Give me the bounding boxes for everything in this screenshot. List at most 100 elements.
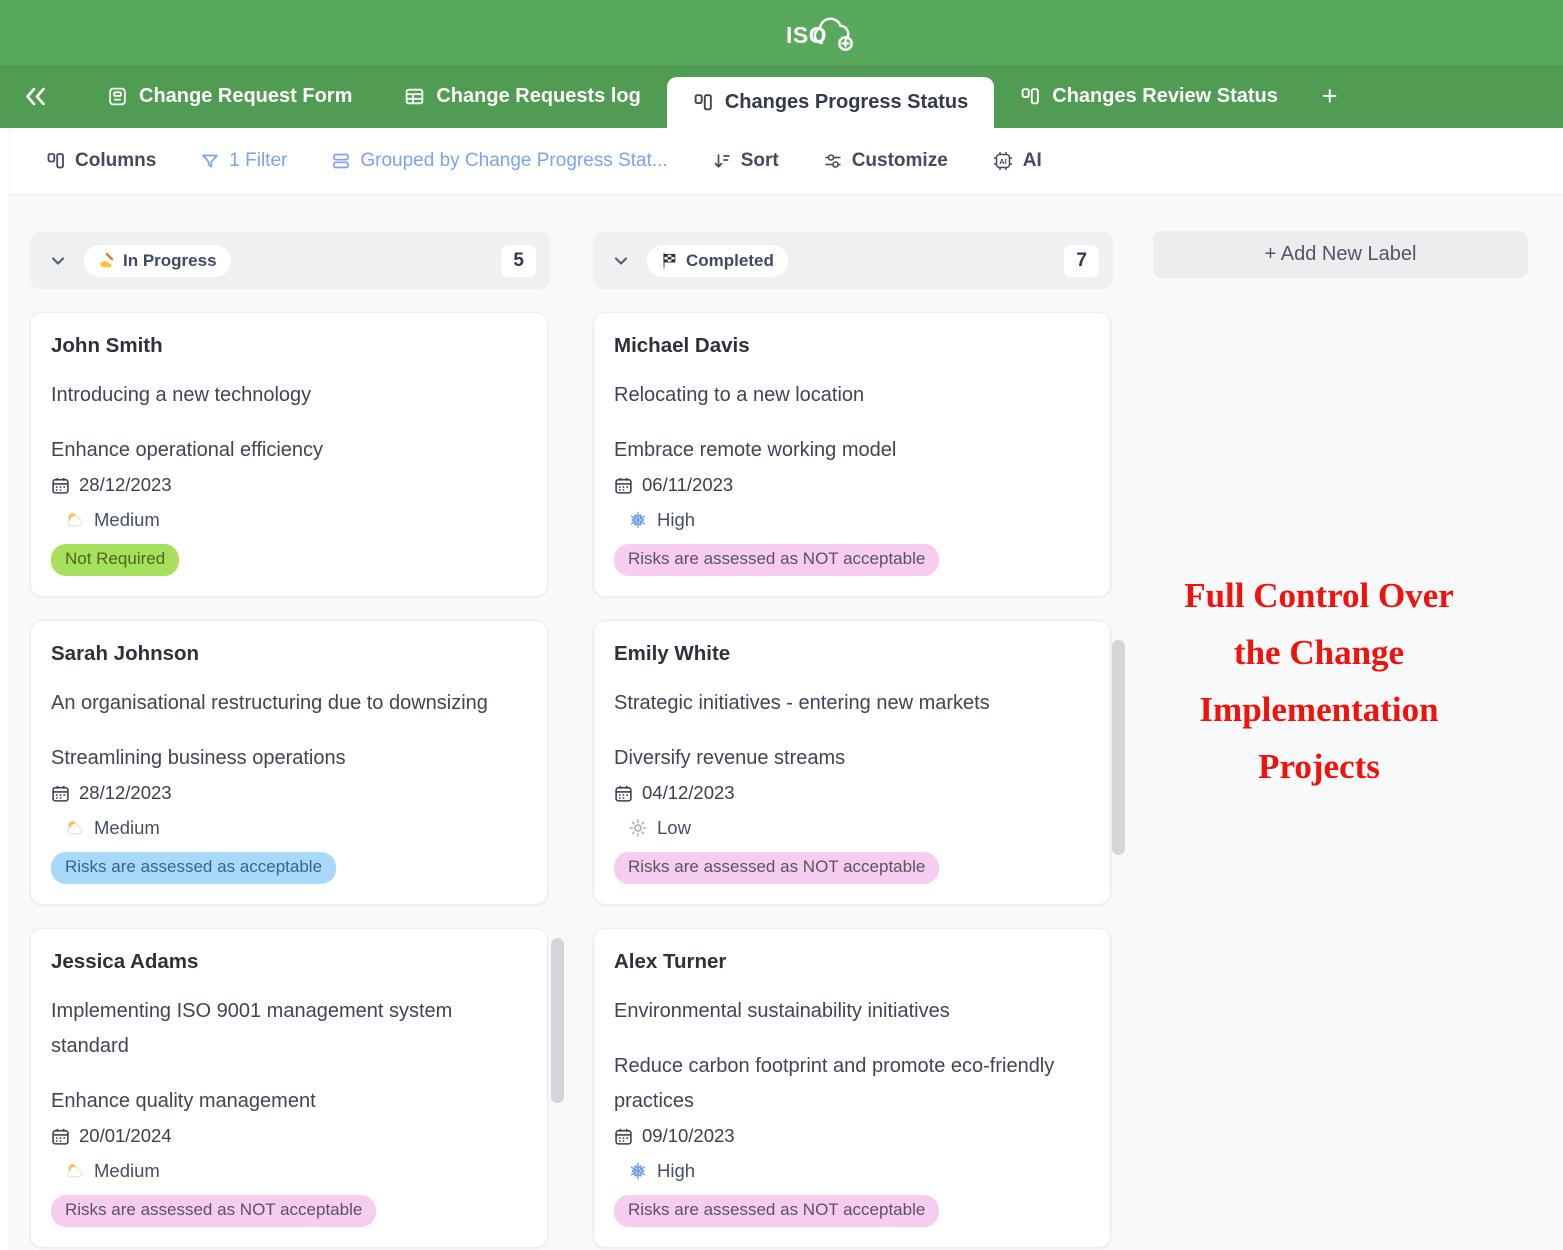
card-title: Introducing a new technology [51,378,527,413]
app-logo: ISO [786,16,857,50]
ai-chip-icon: AI [992,150,1014,172]
grouped-by-button[interactable]: Grouped by Change Progress Stat... [331,150,667,172]
card-date: 04/12/2023 [642,782,735,804]
column-label-pill[interactable]: In Progress [84,245,231,277]
card-priority-row: High [614,1160,1090,1182]
card-priority: High [657,1160,695,1182]
tab-changes-review-status[interactable]: Changes Review Status [994,65,1304,128]
card-title: An organisational restructuring due to d… [51,686,527,721]
card-date-row: 09/10/2023 [614,1125,1090,1147]
kanban-icon [46,151,66,171]
annotation-line: the Change [1113,624,1525,681]
card-priority: Medium [94,817,160,839]
column-scrollbar[interactable] [1112,640,1125,855]
card-priority: High [657,509,695,531]
sun-behind-cloud-icon [66,819,84,837]
sort-button[interactable]: Sort [712,150,779,172]
table-icon [404,86,425,107]
kanban-board: In Progress 5 John Smith Introducing a n… [0,195,1563,1250]
status-badge: Risks are assessed as acceptable [51,852,336,884]
column-scrollbar[interactable] [551,938,564,1103]
calendar-icon [51,1127,70,1146]
tab-label: Change Requests log [436,85,640,108]
card-objective: Streamlining business operations [51,741,527,776]
card-priority-row: Medium [51,1160,527,1182]
double-chevron-left-icon [22,83,49,110]
tab-change-request-form[interactable]: Change Request Form [81,65,378,128]
status-badge: Risks are assessed as NOT acceptable [614,852,939,884]
sort-icon [712,151,732,171]
card-title: Strategic initiatives - entering new mar… [614,686,1090,721]
card-date-row: 20/01/2024 [51,1125,527,1147]
column-count: 7 [1064,245,1099,277]
filter-button[interactable]: 1 Filter [200,150,287,172]
add-tab-button[interactable]: + [1322,83,1338,110]
chevron-down-icon [48,251,68,271]
kanban-card-jessica-adams[interactable]: Jessica Adams Implementing ISO 9001 mana… [30,928,548,1248]
form-icon [107,86,128,107]
card-priority: Medium [94,509,160,531]
kanban-card-john-smith[interactable]: John Smith Introducing a new technology … [30,312,548,597]
kanban-card-alex-turner[interactable]: Alex Turner Environmental sustainability… [593,928,1111,1248]
card-date: 09/10/2023 [642,1125,735,1147]
sun-behind-cloud-icon [66,511,84,529]
column-completed: Completed 7 Michael Davis Relocating to … [593,232,1113,1250]
kanban-card-emily-white[interactable]: Emily White Strategic initiatives - ente… [593,620,1111,905]
tab-label: Changes Progress Status [725,91,968,114]
view-toolbar: Columns 1 Filter Grouped by Change Progr… [0,128,1563,195]
kanban-card-michael-davis[interactable]: Michael Davis Relocating to a new locati… [593,312,1111,597]
card-date-row: 04/12/2023 [614,782,1090,804]
calendar-icon [51,476,70,495]
tab-change-requests-log[interactable]: Change Requests log [378,65,666,128]
group-rows-icon [331,151,351,171]
columns-label: Columns [75,150,156,172]
column-count: 5 [501,245,536,277]
ai-button[interactable]: AI AI [992,150,1042,172]
snowflake-icon [629,511,647,529]
calendar-icon [51,784,70,803]
column-header: In Progress 5 [30,232,550,289]
card-title: Implementing ISO 9001 management system … [51,994,527,1064]
collapse-column-button[interactable] [48,251,68,271]
column-header: Completed 7 [593,232,1113,289]
card-title: Relocating to a new location [614,378,1090,413]
card-title: Environmental sustainability initiatives [614,994,1090,1029]
status-badge: Risks are assessed as NOT acceptable [614,544,939,576]
card-date-row: 06/11/2023 [614,474,1090,496]
collapse-column-button[interactable] [611,251,631,271]
annotation-text: Full Control Over the Change Implementat… [1113,567,1525,795]
sun-behind-cloud-icon [66,1162,84,1180]
filter-label: 1 Filter [229,150,287,172]
columns-button[interactable]: Columns [46,150,156,172]
column-label-pill[interactable]: Completed [647,245,788,277]
cloud-plus-icon [811,16,857,54]
card-priority: Low [657,817,691,839]
grouped-by-label: Grouped by Change Progress Stat... [360,150,667,172]
add-new-label-button[interactable]: + Add New Label [1153,231,1528,278]
card-assignee: John Smith [51,334,527,358]
card-assignee: Alex Turner [614,950,1090,974]
svg-text:AI: AI [999,157,1007,166]
kanban-card-sarah-johnson[interactable]: Sarah Johnson An organisational restruct… [30,620,548,905]
sun-icon [629,819,647,837]
tab-changes-progress-status[interactable]: Changes Progress Status [667,77,994,128]
card-priority-row: Low [614,817,1090,839]
column-in-progress: In Progress 5 John Smith Introducing a n… [30,232,550,1248]
card-date: 28/12/2023 [79,474,172,496]
chequered-flag-icon [661,252,678,269]
ai-label: AI [1023,150,1042,172]
card-assignee: Jessica Adams [51,950,527,974]
sort-label: Sort [741,150,779,172]
annotation-line: Implementation [1113,681,1525,738]
customize-label: Customize [852,150,948,172]
status-badge: Not Required [51,544,179,576]
snowflake-icon [629,1162,647,1180]
card-assignee: Michael Davis [614,334,1090,358]
customize-button[interactable]: Customize [823,150,948,172]
card-priority-row: Medium [51,817,527,839]
annotation-line: Full Control Over [1113,567,1525,624]
chevron-down-icon [611,251,631,271]
collapse-panel-button[interactable] [22,83,49,110]
calendar-icon [614,1127,633,1146]
status-badge: Risks are assessed as NOT acceptable [614,1195,939,1227]
